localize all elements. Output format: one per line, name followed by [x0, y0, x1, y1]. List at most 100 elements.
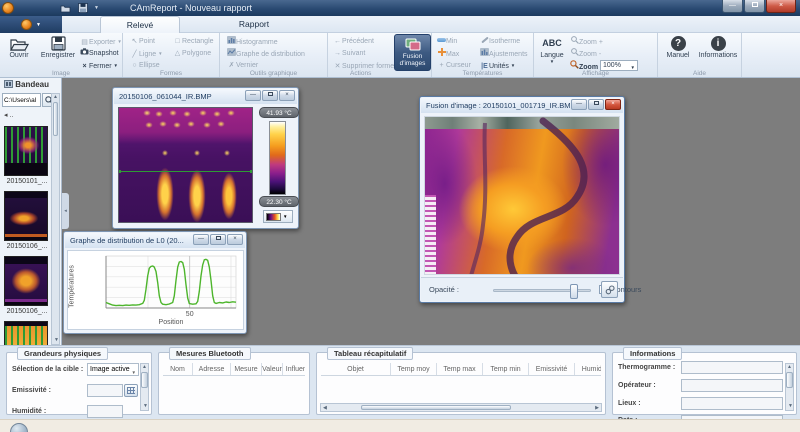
save-button[interactable]: Enregistrer [36, 34, 80, 59]
fusion-window[interactable]: Fusion d'image : 20150101_001719_IR.BMP … [419, 96, 625, 303]
isotherm-button[interactable]: Isotherme [480, 36, 520, 47]
tab-releve[interactable]: Relevé [100, 16, 180, 33]
snapshot-button[interactable]: Snapshot [80, 48, 119, 59]
polygon-tool-button[interactable]: △Polygone [173, 48, 211, 59]
thermal-image-window[interactable]: 20150106_061044_IR.BMP — × 41.93 °C 22.3… [112, 87, 299, 229]
tab-rapport[interactable]: Rapport [216, 16, 292, 33]
fusion-settings-button[interactable] [601, 281, 618, 298]
max-button[interactable]: Max [437, 48, 459, 59]
histogram-button[interactable]: Histogramme [227, 36, 278, 47]
line-tool-button[interactable]: ╱Ligne ▼ [130, 48, 163, 59]
emissivity-table-button[interactable] [124, 384, 138, 397]
operateur-input[interactable] [681, 379, 783, 392]
emissivity-input[interactable] [87, 384, 123, 397]
group-label-affichage: Affichage [534, 70, 657, 77]
lieux-input[interactable] [681, 397, 783, 410]
panel-grandeurs-physiques: Grandeurs physiques Sélection de la cibl… [6, 352, 152, 415]
recap-col-objet[interactable]: Objet [321, 363, 391, 376]
sidebar-collapse-handle[interactable]: ◂ [62, 193, 69, 229]
sidebar-scroll-down-icon[interactable]: ▼ [54, 337, 59, 343]
temp-min-badge: 22.30 °C [259, 196, 299, 207]
graph-minimize-button[interactable]: — [193, 234, 209, 245]
distribution-graph-button[interactable]: Graphe de distribution [227, 48, 305, 59]
ribbon-group-actions: ←Précédent →Suivant ✕Supprimer forme ▼ F… [328, 33, 432, 77]
application-menu-button[interactable]: ▼ [0, 16, 62, 33]
fusion-image[interactable] [424, 116, 620, 275]
point-tool-button[interactable]: ↖Point [130, 36, 155, 47]
parent-folder-item[interactable]: ◂ .. [4, 111, 13, 119]
grandeurs-scrollbar[interactable]: ▲▼ [140, 363, 149, 411]
min-button[interactable]: Min [437, 36, 457, 47]
distribution-chart-area: Températures 50 Position [67, 250, 244, 330]
recap-col-emissivite[interactable]: Emissivité [529, 363, 575, 376]
palette-selector[interactable]: ▼ [263, 210, 293, 223]
fusion-minimize-button[interactable]: — [571, 99, 587, 110]
thumbnail-1[interactable] [4, 126, 48, 176]
informations-panel-title: Informations [623, 347, 682, 360]
sidebar-scrollbar-thumb[interactable] [53, 102, 58, 136]
fusion-close-button[interactable]: × [605, 99, 621, 110]
recap-scroll-right-icon[interactable]: ▶ [595, 405, 599, 411]
informations-scrollbar[interactable]: ▲▼ [785, 363, 794, 411]
bt-col-adresse[interactable]: Adresse [193, 363, 231, 376]
fusion-maximize-button[interactable] [588, 99, 604, 110]
export-button[interactable]: ▤Exporter ▼ [80, 36, 122, 47]
thumbnail-4[interactable] [4, 321, 48, 345]
thermal-close-button[interactable]: × [279, 90, 295, 101]
next-button[interactable]: →Suivant [333, 48, 365, 59]
open-button[interactable]: Ouvrir [2, 34, 36, 59]
informations-scrollbar-thumb[interactable] [786, 372, 793, 388]
bt-col-influence[interactable]: Influence [283, 363, 305, 376]
bt-col-mesure[interactable]: Mesure [231, 363, 262, 376]
previous-button[interactable]: ←Précédent [333, 36, 374, 47]
save-icon[interactable] [78, 3, 88, 13]
fusion-images-button[interactable]: Fusion d'images [394, 34, 431, 71]
bt-col-valeur[interactable]: Valeur [262, 363, 283, 376]
thermogramme-input[interactable] [681, 361, 783, 374]
recap-h-scrollbar[interactable]: ◀ ▶ [320, 403, 602, 412]
zoom-in-button[interactable]: Zoom + [570, 36, 603, 47]
recap-col-humidite[interactable]: Humidité [575, 363, 601, 376]
ribbon: Ouvrir Enregistrer ▤Exporter ▼ Snapshot … [0, 33, 800, 78]
thermal-maximize-button[interactable] [262, 90, 278, 101]
maximize-button[interactable] [744, 0, 765, 13]
close-button[interactable]: × [766, 0, 796, 13]
graph-close-button[interactable]: × [227, 234, 243, 245]
recap-h-scrollbar-thumb[interactable] [361, 405, 511, 410]
status-orb-button[interactable] [10, 423, 28, 432]
manual-button[interactable]: ? Manuel [662, 34, 694, 59]
thumbnail-3[interactable] [4, 256, 48, 306]
thermal-image[interactable] [118, 107, 253, 223]
grid-icon [127, 387, 135, 394]
target-selection-select[interactable]: Image active▼ [87, 363, 139, 376]
informations-button[interactable]: i Informations [696, 34, 740, 59]
thumbnail-2[interactable] [4, 191, 48, 241]
grandeurs-scrollbar-thumb[interactable] [141, 372, 148, 388]
opacity-slider-thumb[interactable] [570, 284, 578, 299]
minimize-button[interactable]: — [722, 0, 743, 13]
adjustments-button[interactable]: Ajustements [480, 48, 528, 59]
opacity-slider[interactable] [493, 289, 591, 292]
sidebar-scrollbar[interactable]: ▲ ▼ [51, 93, 60, 345]
open-icon[interactable] [60, 4, 72, 13]
save-floppy-icon [36, 34, 80, 51]
measurement-line[interactable] [119, 171, 252, 172]
recap-col-temp-max[interactable]: Temp max [437, 363, 483, 376]
quick-access-dropdown-icon[interactable]: ▼ [94, 5, 99, 11]
graph-maximize-button[interactable] [210, 234, 226, 245]
line-icon: ╱ [130, 49, 139, 60]
recap-col-temp-min[interactable]: Temp min [483, 363, 529, 376]
humidity-input[interactable] [87, 405, 123, 418]
folder-path-input[interactable] [2, 93, 41, 107]
palette-preview-icon [266, 213, 281, 221]
distribution-graph-window[interactable]: Graphe de distribution de L0 (20... — × … [63, 231, 247, 334]
app-logo-icon [2, 2, 14, 14]
recap-scroll-left-icon[interactable]: ◀ [323, 405, 327, 411]
rectangle-tool-button[interactable]: □Rectangle [173, 36, 214, 47]
language-button[interactable]: ABC Langue ▼ [538, 34, 566, 64]
bt-col-nom[interactable]: Nom [163, 363, 193, 376]
thermal-minimize-button[interactable]: — [245, 90, 261, 101]
recap-col-temp-moy[interactable]: Temp moy [391, 363, 437, 376]
ribbon-group-image: Ouvrir Enregistrer ▤Exporter ▼ Snapshot … [0, 33, 123, 77]
zoom-out-button[interactable]: Zoom - [570, 48, 601, 59]
